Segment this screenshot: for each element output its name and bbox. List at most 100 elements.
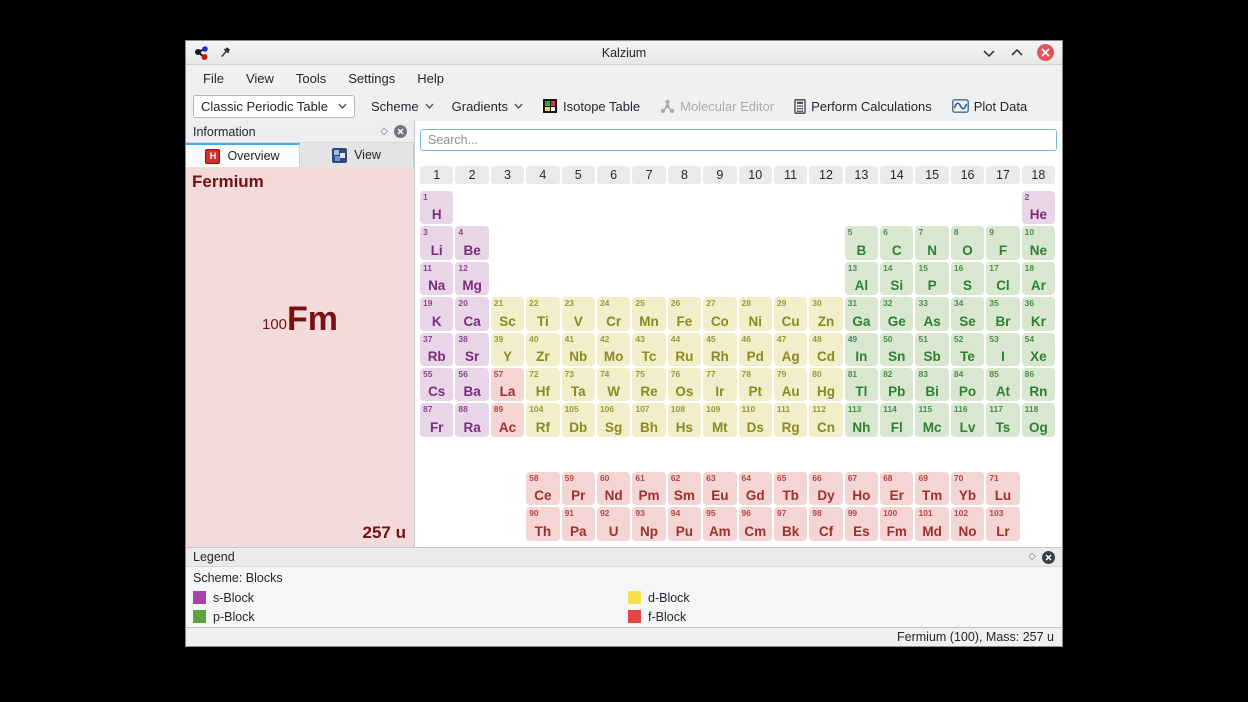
element-In[interactable]: 49In — [845, 333, 878, 366]
element-Ir[interactable]: 77Ir — [703, 368, 736, 401]
element-Nh[interactable]: 113Nh — [845, 403, 878, 436]
element-Db[interactable]: 105Db — [562, 403, 595, 436]
element-Lv[interactable]: 116Lv — [951, 403, 984, 436]
group-header-10[interactable]: 10 — [739, 166, 772, 184]
element-K[interactable]: 19K — [420, 297, 453, 330]
element-Ac[interactable]: 89Ac — [491, 403, 524, 436]
element-Ag[interactable]: 47Ag — [774, 333, 807, 366]
scheme-dropdown[interactable]: Scheme — [369, 96, 436, 117]
group-header-18[interactable]: 18 — [1022, 166, 1055, 184]
pin-icon[interactable] — [217, 45, 233, 61]
tab-overview[interactable]: H Overview — [186, 143, 300, 167]
element-Fr[interactable]: 87Fr — [420, 403, 453, 436]
perform-calculations-button[interactable]: Perform Calculations — [791, 96, 935, 117]
element-Np[interactable]: 93Np — [632, 507, 665, 540]
element-Xe[interactable]: 54Xe — [1022, 333, 1055, 366]
element-Hg[interactable]: 80Hg — [809, 368, 842, 401]
element-Fe[interactable]: 26Fe — [668, 297, 701, 330]
element-U[interactable]: 92U — [597, 507, 630, 540]
element-At[interactable]: 85At — [986, 368, 1019, 401]
element-N[interactable]: 7N — [915, 226, 948, 259]
minimize-button[interactable] — [981, 45, 997, 61]
menu-view[interactable]: View — [235, 68, 285, 89]
search-input[interactable] — [420, 129, 1057, 151]
element-La[interactable]: 57La — [491, 368, 524, 401]
close-panel-icon[interactable] — [1042, 551, 1055, 564]
app-icon[interactable] — [194, 45, 210, 61]
element-Rb[interactable]: 37Rb — [420, 333, 453, 366]
group-header-11[interactable]: 11 — [774, 166, 807, 184]
element-Cs[interactable]: 55Cs — [420, 368, 453, 401]
element-Au[interactable]: 79Au — [774, 368, 807, 401]
element-Pt[interactable]: 78Pt — [739, 368, 772, 401]
element-Kr[interactable]: 36Kr — [1022, 297, 1055, 330]
element-Tm[interactable]: 69Tm — [915, 472, 948, 505]
element-Sm[interactable]: 62Sm — [668, 472, 701, 505]
element-S[interactable]: 16S — [951, 262, 984, 295]
close-button[interactable] — [1037, 44, 1054, 61]
element-Ra[interactable]: 88Ra — [455, 403, 488, 436]
isotope-table-button[interactable]: Isotope Table — [539, 95, 643, 117]
element-Fm[interactable]: 100Fm — [880, 507, 913, 540]
element-Zn[interactable]: 30Zn — [809, 297, 842, 330]
element-Hs[interactable]: 108Hs — [668, 403, 701, 436]
element-Be[interactable]: 4Be — [455, 226, 488, 259]
group-header-7[interactable]: 7 — [632, 166, 665, 184]
tab-view[interactable]: View — [300, 143, 414, 167]
element-Ru[interactable]: 44Ru — [668, 333, 701, 366]
element-Ni[interactable]: 28Ni — [739, 297, 772, 330]
menu-settings[interactable]: Settings — [337, 68, 406, 89]
element-Hf[interactable]: 72Hf — [526, 368, 559, 401]
element-C[interactable]: 6C — [880, 226, 913, 259]
element-Es[interactable]: 99Es — [845, 507, 878, 540]
element-Pu[interactable]: 94Pu — [668, 507, 701, 540]
group-header-17[interactable]: 17 — [986, 166, 1019, 184]
group-header-6[interactable]: 6 — [597, 166, 630, 184]
element-Sb[interactable]: 51Sb — [915, 333, 948, 366]
element-Nb[interactable]: 41Nb — [562, 333, 595, 366]
element-Mn[interactable]: 25Mn — [632, 297, 665, 330]
element-Na[interactable]: 11Na — [420, 262, 453, 295]
element-W[interactable]: 74W — [597, 368, 630, 401]
element-Rf[interactable]: 104Rf — [526, 403, 559, 436]
element-Ce[interactable]: 58Ce — [526, 472, 559, 505]
element-Rg[interactable]: 111Rg — [774, 403, 807, 436]
group-header-13[interactable]: 13 — [845, 166, 878, 184]
group-header-9[interactable]: 9 — [703, 166, 736, 184]
element-Bh[interactable]: 107Bh — [632, 403, 665, 436]
element-Ti[interactable]: 22Ti — [526, 297, 559, 330]
element-F[interactable]: 9F — [986, 226, 1019, 259]
element-Lu[interactable]: 71Lu — [986, 472, 1019, 505]
group-header-5[interactable]: 5 — [562, 166, 595, 184]
menu-help[interactable]: Help — [406, 68, 455, 89]
element-Pb[interactable]: 82Pb — [880, 368, 913, 401]
element-Cl[interactable]: 17Cl — [986, 262, 1019, 295]
element-Th[interactable]: 90Th — [526, 507, 559, 540]
element-Yb[interactable]: 70Yb — [951, 472, 984, 505]
element-Se[interactable]: 34Se — [951, 297, 984, 330]
group-header-16[interactable]: 16 — [951, 166, 984, 184]
element-Ga[interactable]: 31Ga — [845, 297, 878, 330]
group-header-2[interactable]: 2 — [455, 166, 488, 184]
group-header-3[interactable]: 3 — [491, 166, 524, 184]
element-I[interactable]: 53I — [986, 333, 1019, 366]
close-panel-icon[interactable] — [394, 125, 407, 138]
element-Al[interactable]: 13Al — [845, 262, 878, 295]
element-Ar[interactable]: 18Ar — [1022, 262, 1055, 295]
table-type-selector[interactable]: Classic Periodic Table — [193, 95, 355, 118]
element-Pr[interactable]: 59Pr — [562, 472, 595, 505]
element-Nd[interactable]: 60Nd — [597, 472, 630, 505]
element-Dy[interactable]: 66Dy — [809, 472, 842, 505]
element-Mg[interactable]: 12Mg — [455, 262, 488, 295]
group-header-15[interactable]: 15 — [915, 166, 948, 184]
element-Mt[interactable]: 109Mt — [703, 403, 736, 436]
element-Pd[interactable]: 46Pd — [739, 333, 772, 366]
gradients-dropdown[interactable]: Gradients — [450, 96, 525, 117]
element-Eu[interactable]: 63Eu — [703, 472, 736, 505]
element-Pm[interactable]: 61Pm — [632, 472, 665, 505]
element-Os[interactable]: 76Os — [668, 368, 701, 401]
element-Lr[interactable]: 103Lr — [986, 507, 1019, 540]
element-As[interactable]: 33As — [915, 297, 948, 330]
element-Bk[interactable]: 97Bk — [774, 507, 807, 540]
plot-data-button[interactable]: Plot Data — [949, 96, 1030, 117]
